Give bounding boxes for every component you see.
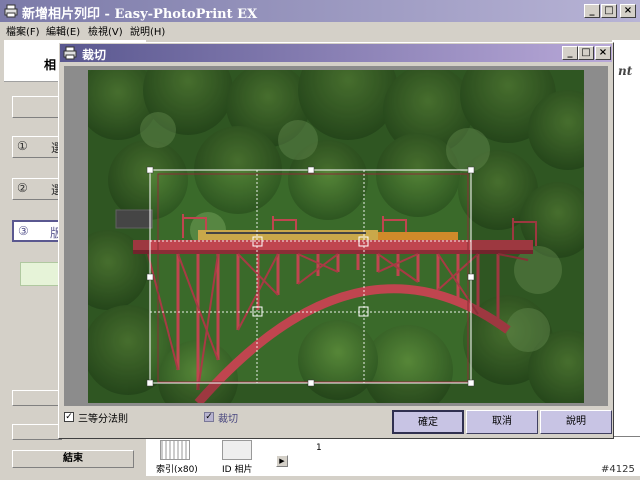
- green-action-button[interactable]: [20, 262, 60, 286]
- main-maximize-button[interactable]: □: [601, 4, 617, 18]
- scroll-right-arrow-icon[interactable]: ▶: [276, 455, 288, 467]
- id-photo-thumbnail-icon[interactable]: [222, 440, 252, 460]
- page-number: 1: [316, 443, 322, 453]
- step-3-number: ③: [18, 224, 29, 238]
- thirds-rule-checkbox[interactable]: ✓: [64, 412, 74, 422]
- watermark-id: #4125: [601, 464, 635, 475]
- app-printer-icon: [4, 4, 18, 18]
- left-lower-button-2[interactable]: [12, 424, 62, 440]
- menu-file[interactable]: 檔案(F): [6, 23, 40, 38]
- crop-label: 裁切: [218, 414, 238, 425]
- main-right-area: nt: [612, 40, 640, 460]
- menu-view[interactable]: 檢視(V): [88, 23, 123, 38]
- crop-dialog-title-bar: 裁切 _ □ ×: [60, 44, 612, 62]
- main-window-title: 新增相片列印 - Easy-PhotoPrint EX: [22, 7, 258, 22]
- right-edge-brand-text: nt: [618, 64, 633, 78]
- dialog-close-button[interactable]: ×: [595, 46, 611, 60]
- cancel-button[interactable]: 取消: [466, 410, 538, 434]
- step-2-button[interactable]: ② 選: [12, 178, 63, 200]
- dialog-printer-icon: [63, 46, 77, 60]
- index-thumbnail-label: 索引(x80): [156, 465, 198, 475]
- step-1-number: ①: [17, 139, 28, 153]
- main-close-button[interactable]: ×: [620, 4, 636, 18]
- crop-dialog-title: 裁切: [82, 48, 107, 62]
- crop-checkbox[interactable]: ✓: [204, 412, 214, 422]
- end-button[interactable]: 結束: [12, 450, 134, 468]
- left-blank-button[interactable]: [12, 96, 62, 118]
- menu-help[interactable]: 說明(H): [130, 23, 165, 38]
- main-title-bar: 新增相片列印 - Easy-PhotoPrint EX _ □ ×: [0, 0, 640, 22]
- menu-edit[interactable]: 編輯(E): [46, 23, 80, 38]
- left-panel-header-text: 相: [44, 58, 57, 72]
- step-1-button[interactable]: ① 選: [12, 136, 63, 158]
- ok-button[interactable]: 確定: [392, 410, 464, 434]
- step-2-number: ②: [17, 181, 28, 195]
- dialog-minimize-button[interactable]: _: [562, 46, 578, 60]
- step-3-button[interactable]: ③ 版: [12, 220, 62, 242]
- menu-bar: 檔案(F) 編輯(E) 檢視(V) 說明(H): [0, 22, 640, 38]
- main-minimize-button[interactable]: _: [584, 4, 600, 18]
- photo-preview[interactable]: [88, 70, 584, 403]
- left-lower-button-1[interactable]: [12, 390, 62, 406]
- id-photo-thumbnail-label: ID 相片: [222, 465, 253, 475]
- dialog-maximize-button[interactable]: □: [578, 46, 594, 60]
- thirds-rule-label: 三等分法則: [78, 414, 128, 425]
- help-button[interactable]: 說明: [540, 410, 612, 434]
- thumbnail-strip: [146, 436, 640, 476]
- photo-bridge-image: [88, 70, 584, 403]
- index-thumbnail-icon[interactable]: [160, 440, 190, 460]
